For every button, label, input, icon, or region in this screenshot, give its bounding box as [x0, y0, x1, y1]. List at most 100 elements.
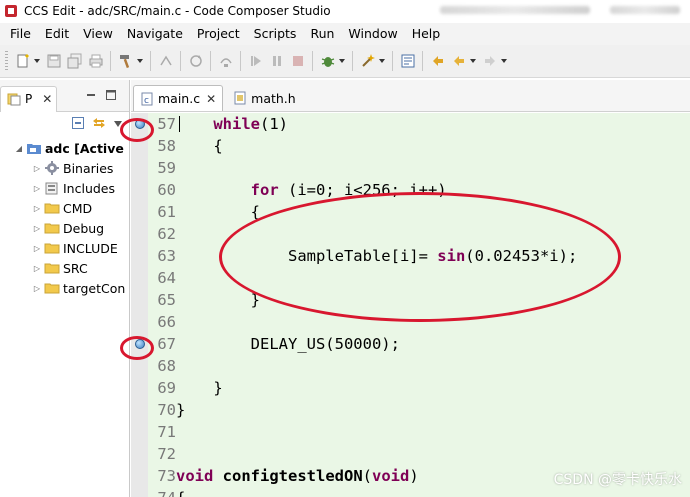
resume-icon[interactable] [247, 53, 264, 70]
collapsed-icon[interactable]: ▷ [32, 284, 42, 293]
project-explorer-tab[interactable]: P ✕ [0, 85, 58, 112]
debug-bug-icon[interactable] [319, 53, 336, 70]
folder-icon [44, 240, 60, 256]
link-with-editor-icon[interactable] [91, 116, 107, 133]
code-line[interactable] [176, 157, 690, 179]
tab-label: math.h [251, 90, 296, 106]
debug-dropdown-icon[interactable] [338, 53, 345, 70]
toolbar-separator [422, 51, 423, 71]
project-explorer-toolbar [0, 112, 129, 136]
tab-math-h[interactable]: math.h [227, 85, 302, 111]
tree-item-label: CMD [63, 200, 93, 216]
line-number: 69 [157, 379, 176, 397]
collapsed-icon[interactable]: ▷ [32, 164, 42, 173]
code-token: ( [362, 467, 372, 485]
line-number: 74 [148, 487, 176, 497]
menu-scripts[interactable]: Scripts [247, 23, 304, 45]
tree-item-label: targetCon [63, 280, 126, 296]
tab-main-c[interactable]: c main.c ✕ [133, 85, 224, 111]
h-file-icon [234, 91, 246, 105]
line-number-gutter: 575859606162636465666768697071727374 [148, 113, 176, 497]
tree-item-label: Debug [63, 220, 105, 236]
tree-project-adc[interactable]: ◢ adc [Active [0, 138, 129, 158]
print-icon[interactable] [87, 53, 104, 70]
menu-view[interactable]: View [76, 23, 120, 45]
svg-text:c: c [144, 96, 149, 106]
code-line[interactable]: while (1) [176, 113, 690, 135]
code-keyword: void [176, 467, 214, 485]
tree-item-includes[interactable]: ▷ Includes [0, 178, 129, 198]
code-line[interactable] [176, 443, 690, 465]
tree-item-binaries[interactable]: ▷ Binaries [0, 158, 129, 178]
last-edit-icon[interactable] [429, 53, 446, 70]
code-line[interactable] [176, 355, 690, 377]
toolbar-separator [352, 51, 353, 71]
collapsed-icon[interactable]: ▷ [32, 264, 42, 273]
line-number: 61 [157, 203, 176, 221]
close-icon[interactable]: ✕ [206, 92, 216, 106]
menu-window[interactable]: Window [341, 23, 404, 45]
code-line[interactable] [176, 421, 690, 443]
save-icon[interactable] [45, 53, 62, 70]
line-number: 58 [157, 137, 176, 155]
new-dropdown-icon[interactable] [33, 53, 40, 70]
tree-item-include[interactable]: ▷ INCLUDE [0, 238, 129, 258]
collapsed-icon[interactable]: ▷ [32, 184, 42, 193]
flash-dropdown-icon[interactable] [378, 53, 385, 70]
tree-item-src[interactable]: ▷ SRC [0, 258, 129, 278]
debug-step-icon[interactable] [157, 53, 174, 70]
menu-edit[interactable]: Edit [38, 23, 76, 45]
menu-file[interactable]: File [3, 23, 38, 45]
code-line[interactable]: { [176, 135, 690, 157]
collapse-all-icon[interactable] [71, 116, 85, 133]
menu-project[interactable]: Project [190, 23, 247, 45]
build-dropdown-icon[interactable] [136, 53, 143, 70]
code-token: } [176, 401, 186, 419]
code-keyword: for [250, 181, 279, 199]
code-line[interactable]: } [176, 399, 690, 421]
save-all-icon[interactable] [66, 53, 83, 70]
project-explorer-icon [7, 93, 21, 106]
code-token: { [213, 137, 223, 155]
tree-item-cmd[interactable]: ▷ CMD [0, 198, 129, 218]
collapsed-icon[interactable]: ▷ [32, 204, 42, 213]
tree-item-label: Binaries [63, 160, 114, 176]
tree-item-targetconfigs[interactable]: ▷ targetCon [0, 278, 129, 298]
refresh-icon[interactable] [187, 53, 204, 70]
code-line[interactable]: DELAY_US(50000); [176, 333, 690, 355]
minimize-icon[interactable] [84, 88, 98, 102]
annotation-ellipse-loop-body [219, 192, 621, 322]
forward-arrow-icon[interactable] [481, 53, 498, 70]
collapsed-icon[interactable]: ▷ [32, 224, 42, 233]
open-console-icon[interactable] [399, 53, 416, 70]
toolbar-grip[interactable] [5, 51, 8, 71]
menu-run[interactable]: Run [303, 23, 341, 45]
new-icon[interactable] [14, 53, 31, 70]
folder-icon [44, 200, 60, 216]
suspend-icon[interactable] [268, 53, 285, 70]
code-keyword: while [213, 115, 260, 133]
forward-dropdown-icon[interactable] [500, 53, 507, 70]
flash-wand-icon[interactable] [359, 53, 376, 70]
tree-item-debug[interactable]: ▷ Debug [0, 218, 129, 238]
menu-help[interactable]: Help [405, 23, 448, 45]
back-arrow-icon[interactable] [450, 53, 467, 70]
maximize-icon[interactable] [104, 88, 118, 102]
close-icon[interactable]: ✕ [42, 92, 52, 106]
project-explorer-tab-bar: P ✕ [0, 80, 129, 112]
menu-navigate[interactable]: Navigate [120, 23, 190, 45]
code-line[interactable]: } [176, 377, 690, 399]
binaries-gear-icon [44, 160, 60, 176]
text-caret [179, 116, 180, 132]
toolbar-separator [150, 51, 151, 71]
back-dropdown-icon[interactable] [469, 53, 476, 70]
terminate-icon[interactable] [289, 53, 306, 70]
expanded-icon[interactable]: ◢ [14, 144, 24, 153]
title-bar: CCS Edit - adc/SRC/main.c - Code Compose… [0, 0, 690, 22]
breakpoint-ruler[interactable] [131, 113, 148, 497]
step-over-icon[interactable] [217, 53, 234, 70]
code-token: { [176, 489, 185, 497]
build-hammer-icon[interactable] [117, 53, 134, 70]
collapsed-icon[interactable]: ▷ [32, 244, 42, 253]
